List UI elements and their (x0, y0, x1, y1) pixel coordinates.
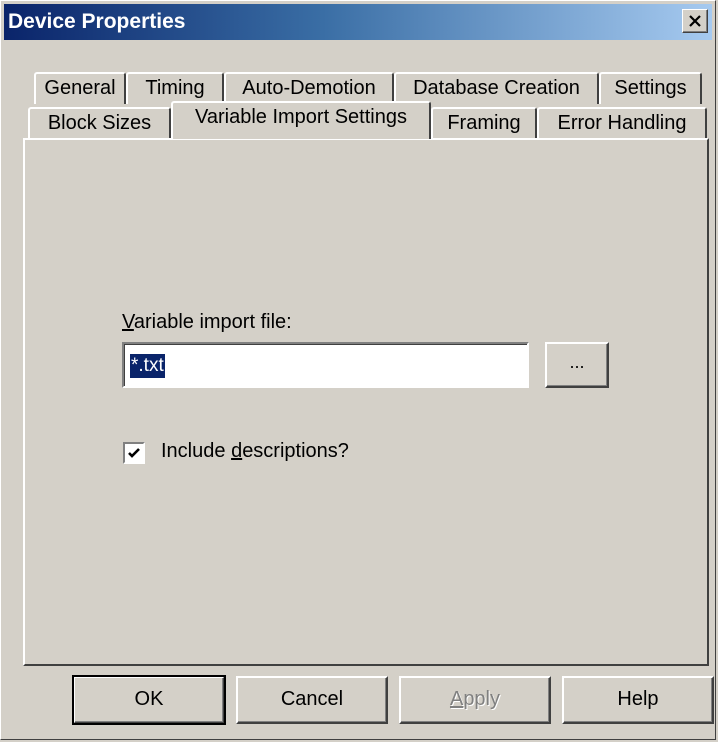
label-text: ariable import file: (133, 311, 292, 333)
selected-text: *.txt (130, 354, 165, 378)
variable-import-file-label: Variable import file: (122, 311, 292, 334)
tab-label: Timing (145, 77, 205, 99)
tab-label: Auto-Demotion (242, 77, 376, 99)
tab-label: Error Handling (557, 112, 687, 134)
tab-label: Database Creation (413, 77, 580, 99)
mnemonic: d (231, 440, 243, 462)
mnemonic: A (449, 688, 464, 710)
include-descriptions-label[interactable]: Include descriptions? (161, 440, 349, 463)
title-bar[interactable]: Device Properties (4, 4, 712, 40)
tab-auto-demotion[interactable]: Auto-Demotion (224, 72, 394, 104)
cancel-button[interactable]: Cancel (236, 676, 388, 724)
include-descriptions-checkbox[interactable] (123, 442, 145, 464)
tab-database-creation[interactable]: Database Creation (394, 72, 599, 104)
apply-button[interactable]: Apply (399, 676, 551, 724)
tab-label: Variable Import Settings (195, 106, 407, 128)
tab-framing[interactable]: Framing (431, 107, 537, 139)
tab-label: Settings (614, 77, 687, 99)
ok-button[interactable]: OK (72, 675, 226, 725)
variable-import-file-input[interactable]: *.txt (122, 342, 529, 388)
label-text: Include (161, 440, 232, 462)
label-text: pply (463, 688, 501, 710)
close-button[interactable] (682, 9, 708, 33)
device-properties-dialog: Device Properties General Timing Auto-De… (0, 0, 716, 740)
label-text: escriptions? (242, 440, 349, 462)
tab-label: Block Sizes (47, 112, 152, 134)
tab-panel (23, 138, 709, 666)
tab-label: General (44, 77, 116, 99)
close-icon (689, 15, 701, 27)
tab-error-handling[interactable]: Error Handling (537, 107, 707, 139)
tab-label: Framing (447, 112, 521, 134)
tab-general[interactable]: General (34, 72, 126, 104)
checkmark-icon (128, 448, 140, 458)
browse-button[interactable]: ... (545, 342, 609, 388)
mnemonic: V (122, 311, 134, 333)
tab-settings[interactable]: Settings (599, 72, 702, 104)
tab-timing[interactable]: Timing (126, 72, 224, 104)
tab-variable-import-settings[interactable]: Variable Import Settings (171, 101, 431, 139)
tab-block-sizes[interactable]: Block Sizes (28, 107, 171, 139)
window-title: Device Properties (8, 10, 186, 33)
help-button[interactable]: Help (562, 676, 714, 724)
